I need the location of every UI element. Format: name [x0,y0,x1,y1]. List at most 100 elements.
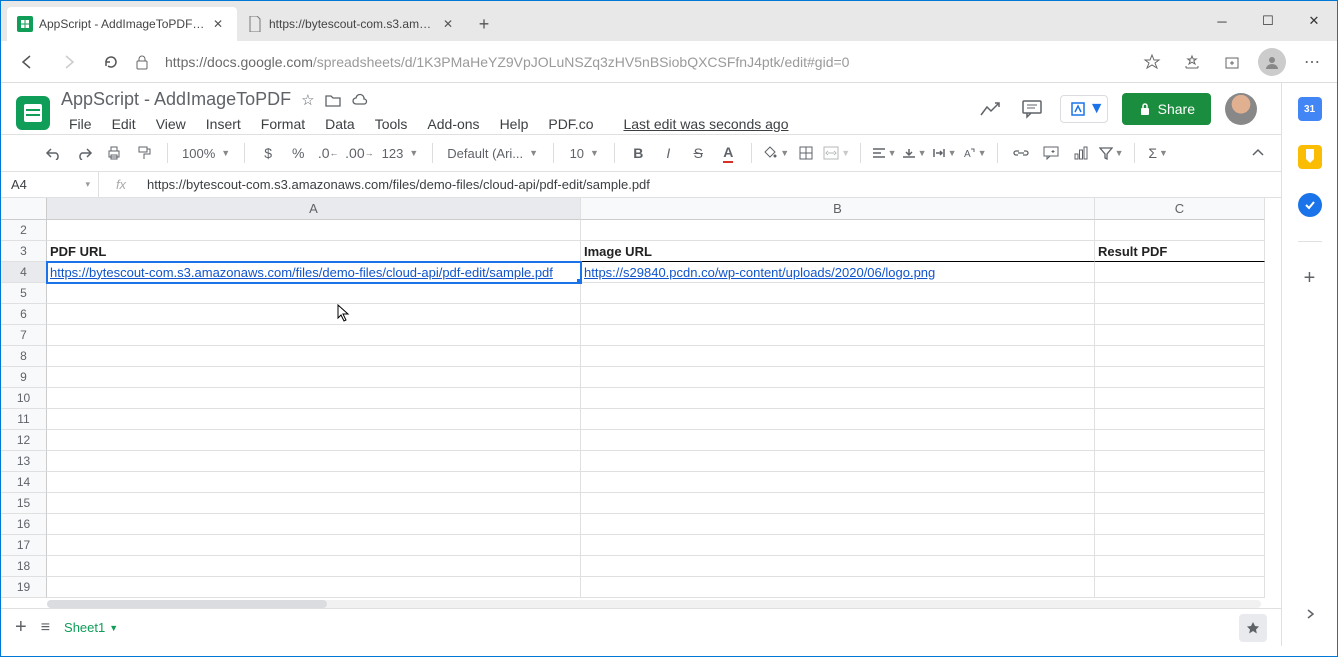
fill-color-button[interactable]: ▼ [762,140,789,166]
calendar-icon[interactable]: 31 [1298,97,1322,121]
comments-icon[interactable] [1018,95,1046,123]
document-title[interactable]: AppScript - AddImageToPDF [61,89,291,110]
menu-tools[interactable]: Tools [367,114,416,134]
keep-icon[interactable] [1298,145,1322,169]
cell[interactable] [47,388,581,409]
cell[interactable] [47,472,581,493]
cell[interactable] [1095,388,1265,409]
window-minimize[interactable]: ─ [1199,1,1245,41]
vertical-align-button[interactable]: ▼ [901,140,927,166]
cell[interactable] [581,283,1095,304]
present-dropdown[interactable]: ▼ [1060,95,1108,123]
explore-button[interactable] [1239,614,1267,642]
cell[interactable] [1095,493,1265,514]
row-header[interactable]: 12 [1,430,47,451]
row-header[interactable]: 11 [1,409,47,430]
collections-icon[interactable] [1215,46,1249,78]
add-sheet-button[interactable]: + [15,616,27,639]
cell[interactable] [581,493,1095,514]
text-wrap-button[interactable]: ▼ [931,140,957,166]
sheet-tab[interactable]: Sheet1 ▼ [64,620,118,635]
cell[interactable] [47,577,581,598]
row-header[interactable]: 16 [1,514,47,535]
cell[interactable] [581,430,1095,451]
insert-link-button[interactable] [1008,140,1034,166]
cell[interactable] [1095,577,1265,598]
cell[interactable] [581,514,1095,535]
cell[interactable] [581,304,1095,325]
cell[interactable] [1095,430,1265,451]
text-rotation-button[interactable]: A▼ [961,140,987,166]
column-header-b[interactable]: B [581,198,1095,220]
format-percent-button[interactable]: % [285,140,311,166]
activity-icon[interactable] [976,95,1004,123]
cell[interactable] [581,409,1095,430]
tab-close-icon[interactable]: ✕ [443,17,457,31]
row-header[interactable]: 5 [1,283,47,304]
bold-button[interactable]: B [625,140,651,166]
menu-edit[interactable]: Edit [104,114,144,134]
cell[interactable] [1095,514,1265,535]
merge-cells-button[interactable]: ▼ [823,140,850,166]
row-header[interactable]: 14 [1,472,47,493]
menu-insert[interactable]: Insert [198,114,249,134]
row-header[interactable]: 3 [1,241,47,262]
window-close[interactable]: ✕ [1291,1,1337,41]
row-header[interactable]: 19 [1,577,47,598]
row-header[interactable]: 2 [1,220,47,241]
cell[interactable] [581,325,1095,346]
cell[interactable] [1095,220,1265,241]
cell[interactable] [1095,304,1265,325]
collapse-toolbar-button[interactable] [1245,140,1271,166]
cell[interactable] [47,367,581,388]
row-header[interactable]: 13 [1,451,47,472]
cell[interactable] [1095,535,1265,556]
cell[interactable] [47,346,581,367]
italic-button[interactable]: I [655,140,681,166]
paint-format-button[interactable] [131,140,157,166]
account-avatar[interactable] [1225,93,1257,125]
window-maximize[interactable]: ☐ [1245,1,1291,41]
profile-button[interactable] [1255,46,1289,78]
undo-button[interactable] [41,140,67,166]
cell[interactable] [47,556,581,577]
move-icon[interactable] [325,93,341,107]
star-icon[interactable]: ☆ [301,91,314,109]
lock-icon[interactable] [135,54,159,70]
cell[interactable] [1095,283,1265,304]
cell[interactable] [1095,325,1265,346]
cell[interactable] [47,535,581,556]
browser-tab-active[interactable]: AppScript - AddImageToPDF - G ✕ [7,7,237,41]
text-color-button[interactable]: A [715,140,741,166]
zoom-dropdown[interactable]: 100%▼ [178,146,234,161]
menu-format[interactable]: Format [253,114,313,134]
cell[interactable] [1095,409,1265,430]
cell[interactable] [47,430,581,451]
cell[interactable] [581,556,1095,577]
insert-chart-button[interactable] [1068,140,1094,166]
cell[interactable] [47,325,581,346]
row-header[interactable]: 8 [1,346,47,367]
cell[interactable] [47,220,581,241]
spreadsheet-grid[interactable]: A B C 23PDF URLImage URLResult PDF4https… [1,198,1281,598]
back-button[interactable] [9,46,45,78]
favorite-star-icon[interactable] [1135,46,1169,78]
decrease-decimal-button[interactable]: .0← [315,140,341,166]
cell[interactable] [1095,367,1265,388]
all-sheets-button[interactable]: ≡ [41,619,50,637]
new-tab-button[interactable]: + [467,7,501,41]
cell[interactable] [47,451,581,472]
address-bar[interactable]: https://docs.google.com/spreadsheets/d/1… [165,54,1129,70]
cloud-status-icon[interactable] [351,93,369,107]
browser-menu-icon[interactable]: ⋯ [1295,46,1329,78]
row-header[interactable]: 7 [1,325,47,346]
cell[interactable] [581,367,1095,388]
row-header[interactable]: 18 [1,556,47,577]
cell[interactable] [1095,472,1265,493]
menu-pdfco[interactable]: PDF.co [540,114,601,134]
cell[interactable]: https://bytescout-com.s3.amazonaws.com/f… [47,262,581,283]
horizontal-scrollbar[interactable] [47,600,1261,608]
cell[interactable]: Result PDF [1095,241,1265,262]
cell[interactable] [581,346,1095,367]
forward-button[interactable] [51,46,87,78]
